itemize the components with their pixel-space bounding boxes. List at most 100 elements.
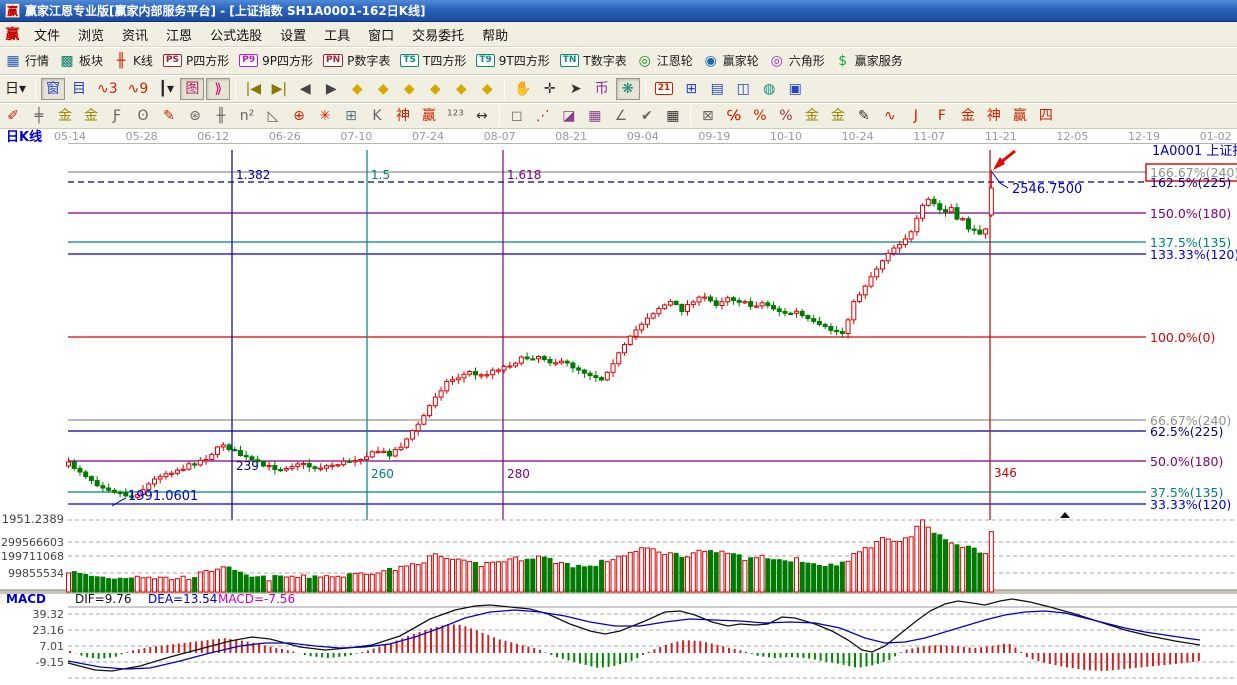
pan-left-button[interactable]: ◆	[345, 78, 369, 100]
dense-grid-button[interactable]: ▦	[661, 105, 685, 127]
menu-item-公式选股[interactable]: 公式选股	[201, 27, 271, 46]
p-square-button[interactable]: PSP四方形	[159, 50, 233, 72]
fan-box-button[interactable]: ◪	[557, 105, 581, 127]
menu-item-设置[interactable]: 设置	[271, 27, 315, 46]
zoom-vertical-button[interactable]: ◆	[449, 78, 473, 100]
angle-line-button[interactable]: ∠	[609, 105, 633, 127]
grid-tool-button[interactable]: ╪	[27, 105, 51, 127]
winner-service-button[interactable]: $赢家服务	[831, 50, 907, 72]
sectors-button[interactable]: ▩板块	[55, 50, 107, 72]
menu-item-窗口[interactable]: 窗口	[359, 27, 403, 46]
p-number-table-button[interactable]: PNP数字表	[319, 50, 394, 72]
purple-grid-button[interactable]: ▦	[583, 105, 607, 127]
save-button[interactable]: ◫	[731, 78, 755, 100]
ma9-button[interactable]: ∿9	[124, 78, 153, 100]
gann-level-label: 133.33%(120)	[1150, 247, 1237, 262]
hand-tool-button[interactable]: ✋	[510, 78, 535, 100]
shen-grid-button[interactable]: 神	[391, 105, 415, 127]
smart-analysis-button[interactable]: ❋	[616, 78, 640, 100]
menu-item-江恩[interactable]: 江恩	[157, 27, 201, 46]
calendar-button[interactable]: 21	[651, 78, 678, 100]
ruler-123-button[interactable]: ¹²³	[443, 105, 468, 127]
calculator-button[interactable]: ⊞	[679, 78, 703, 100]
9p-square-button[interactable]: P99P四方形	[235, 50, 317, 72]
k-note-button[interactable]: K	[365, 105, 389, 127]
menu-item-资讯[interactable]: 资讯	[113, 27, 157, 46]
menu-item-工具[interactable]: 工具	[315, 27, 359, 46]
winner-wheel-button[interactable]: ◉赢家轮	[699, 50, 763, 72]
menu-item-浏览[interactable]: 浏览	[69, 27, 113, 46]
zoom-horizontal-button[interactable]: ◆	[397, 78, 421, 100]
gold-circle-button[interactable]: 金	[800, 105, 824, 127]
circle-cross-button[interactable]: ⊕	[287, 105, 311, 127]
draw-pen-button[interactable]: ✐	[1, 105, 25, 127]
period-dropdown-button[interactable]: 日▾	[1, 78, 30, 100]
j-angle-button[interactable]: J	[904, 105, 928, 127]
gold-grid2-button[interactable]: 金	[79, 105, 103, 127]
zoom-all-button[interactable]: ◆	[475, 78, 499, 100]
market-quotes-button[interactable]: ▦行情	[1, 50, 53, 72]
toolbar-separator	[235, 79, 236, 99]
crosshair-tool-button[interactable]: ✛	[538, 78, 562, 100]
gold-angle-button[interactable]: 金	[956, 105, 980, 127]
compass-button[interactable]: ⊛	[183, 105, 207, 127]
menu-item-帮助[interactable]: 帮助	[473, 27, 517, 46]
spiral-tool-button[interactable]: ʘ	[131, 105, 155, 127]
fan-lines-button[interactable]: ⋰	[531, 105, 555, 127]
gann-tool-button[interactable]: 币	[590, 78, 614, 100]
menu-item-交易委托[interactable]: 交易委托	[403, 27, 473, 46]
ma3-button[interactable]: ∿3	[93, 78, 122, 100]
pencil-lines-button[interactable]: ✎	[852, 105, 876, 127]
t-square-button[interactable]: TST四方形	[396, 50, 470, 72]
f-grid-button[interactable]: Ƒ	[105, 105, 129, 127]
percent-button[interactable]: %	[748, 105, 772, 127]
prev-icon: ◀	[297, 81, 313, 97]
chart-type-button[interactable]: 图	[180, 78, 204, 100]
pen-grid-button[interactable]: ✎	[157, 105, 181, 127]
gann-vline-count-label: 280	[507, 467, 530, 481]
notes-button[interactable]: ▤	[705, 78, 729, 100]
compress-horizontal-button[interactable]: ◆	[423, 78, 447, 100]
last-page-button[interactable]: ▶|	[267, 78, 291, 100]
star-circle-button[interactable]: ✳	[313, 105, 337, 127]
box-select-button[interactable]: ◻	[505, 105, 529, 127]
n2-grid-button[interactable]: n²	[235, 105, 259, 127]
candle-style-button[interactable]: ┃▾	[154, 78, 178, 100]
color-bars-button[interactable]: ⟫	[206, 78, 230, 100]
app-logo-icon: 赢	[5, 3, 20, 18]
prev-button[interactable]: ◀	[293, 78, 317, 100]
ying-grid-button[interactable]: 赢	[417, 105, 441, 127]
gold-lines-button[interactable]: 金	[826, 105, 850, 127]
info-panel-button[interactable]: 目	[67, 78, 91, 100]
ying-angle-button[interactable]: 赢	[1008, 105, 1032, 127]
chart-canvas[interactable]: 05-1405-2806-1206-2607-1007-2408-0708-21…	[0, 129, 1237, 685]
gann-wheel-button[interactable]: ◎江恩轮	[633, 50, 697, 72]
system-button[interactable]: ▣	[783, 78, 807, 100]
width-measure-button[interactable]: ↔	[470, 105, 494, 127]
window-layout-button[interactable]: 窗	[41, 78, 65, 100]
percent-lines-button[interactable]: %	[774, 105, 798, 127]
f-angle-button[interactable]: F	[930, 105, 954, 127]
shen-angle-button[interactable]: 神	[982, 105, 1006, 127]
chart-area[interactable]: 05-1405-2806-1206-2607-1007-2408-0708-21…	[0, 129, 1237, 685]
angle-ruler-button[interactable]: ◺	[261, 105, 285, 127]
gann-box-button[interactable]: ⊠	[696, 105, 720, 127]
first-page-button[interactable]: |◀	[241, 78, 265, 100]
pan-right-button[interactable]: ◆	[371, 78, 395, 100]
menu-item-文件[interactable]: 文件	[25, 27, 69, 46]
gold-grid-button[interactable]: 金	[53, 105, 77, 127]
si-angle-button[interactable]: 四	[1034, 105, 1058, 127]
kline-button[interactable]: ╫K线	[109, 50, 157, 72]
small-grid-button[interactable]: ╫	[209, 105, 233, 127]
gann-vline-ratio-label: 1.618	[507, 168, 541, 182]
network-button[interactable]: ◍	[757, 78, 781, 100]
9t-square-button[interactable]: T99T四方形	[472, 50, 553, 72]
next-button[interactable]: ▶	[319, 78, 343, 100]
t-number-table-button[interactable]: TNT数字表	[556, 50, 631, 72]
trend-check-button[interactable]: ✔	[635, 105, 659, 127]
pointer-tool-button[interactable]: ➤	[564, 78, 588, 100]
hexagon-button[interactable]: ◎六角形	[765, 50, 829, 72]
percent-slash-button[interactable]: ℅	[722, 105, 746, 127]
wave-lines-button[interactable]: ∿	[878, 105, 902, 127]
grid-target-button[interactable]: ⊞	[339, 105, 363, 127]
